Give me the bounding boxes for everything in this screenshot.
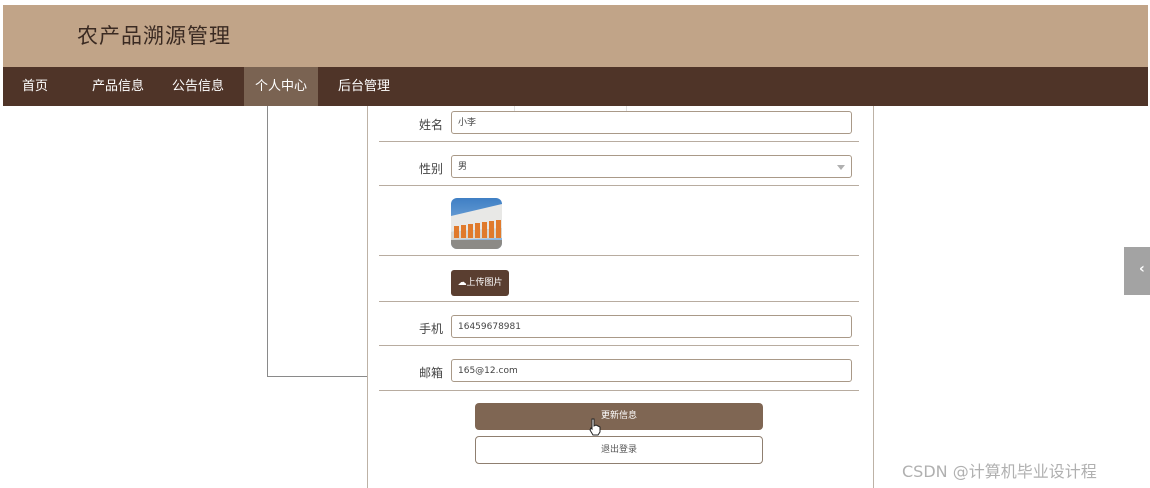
email-label: 邮箱: [418, 366, 443, 380]
update-info-button[interactable]: 更新信息: [475, 403, 763, 430]
nav-personal-center[interactable]: 个人中心: [244, 67, 318, 106]
watermark-text: CSDN @计算机毕业设计程: [902, 462, 1097, 481]
nav-admin[interactable]: 后台管理: [329, 67, 399, 106]
nav-home[interactable]: 首页: [3, 67, 67, 106]
chevron-down-icon: [837, 165, 845, 170]
gender-label: 性别: [418, 162, 443, 176]
nav-products[interactable]: 产品信息: [83, 67, 153, 106]
building-photo-icon: [451, 198, 502, 249]
left-frame-bottom-line: [267, 376, 367, 377]
gender-value: 男: [458, 162, 468, 172]
site-header: 农产品溯源管理: [3, 5, 1148, 67]
logout-button[interactable]: 退出登录: [475, 436, 763, 464]
nav-announcements[interactable]: 公告信息: [163, 67, 233, 106]
avatar-image: [451, 198, 502, 249]
divider: [379, 301, 859, 302]
name-label: 姓名: [418, 118, 443, 132]
divider: [379, 345, 859, 346]
hand-pointer-icon: [589, 418, 601, 436]
gender-select[interactable]: 男: [451, 155, 852, 178]
chevron-left-icon: ‹: [1139, 261, 1145, 277]
upload-button-label: 上传图片: [466, 278, 503, 288]
divider: [379, 141, 859, 142]
name-field[interactable]: 小李: [451, 111, 852, 134]
divider: [379, 185, 859, 186]
phone-label: 手机: [418, 322, 443, 336]
divider: [379, 390, 859, 391]
email-field[interactable]: 165@12.com: [451, 359, 852, 382]
divider: [379, 255, 859, 256]
upload-image-button[interactable]: ☁上传图片: [451, 270, 509, 296]
site-title: 农产品溯源管理: [77, 24, 231, 48]
left-frame-line: [267, 106, 268, 377]
phone-field[interactable]: 16459678981: [451, 315, 852, 338]
side-toggle-button[interactable]: ‹: [1124, 247, 1150, 295]
main-nav: 首页 产品信息 公告信息 个人中心 后台管理: [3, 67, 1148, 106]
